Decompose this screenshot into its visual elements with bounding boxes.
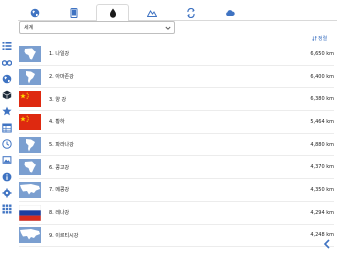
river-thumbnail	[19, 136, 41, 153]
river-row[interactable]: 8. 레나강 4,294 km	[19, 202, 334, 225]
river-row[interactable]: 3. 양 강 6,380 km	[19, 88, 334, 112]
info-icon	[2, 172, 12, 181]
table-icon	[2, 123, 12, 133]
river-length: 4,370 km	[310, 164, 334, 171]
river-thumbnail	[19, 68, 41, 85]
sidebar-item-cube[interactable]	[0, 87, 14, 103]
app: 세계 정렬 1. 나일강 6,650 km 2. 아마존강 6,400 km 3. 양 …	[0, 0, 337, 253]
clock-icon	[2, 139, 12, 149]
star-icon	[2, 106, 12, 116]
river-name: 8. 레나강	[49, 210, 70, 217]
river-row[interactable]: 6. 콩고강 4,370 km	[19, 156, 334, 180]
sidebar	[0, 38, 14, 217]
river-length: 4,294 km	[310, 209, 334, 216]
river-name: 5. 파라나강	[49, 142, 74, 149]
river-name: 6. 콩고강	[49, 164, 70, 171]
river-name: 7. 메콩강	[49, 187, 70, 194]
river-length: 4,880 km	[310, 141, 334, 148]
river-row[interactable]: 2. 아마존강 6,400 km	[19, 66, 334, 89]
sort-button[interactable]: 정렬	[312, 35, 327, 42]
river-row[interactable]: 9. 이르티시강 4,248 km	[19, 225, 334, 248]
cube-icon	[2, 90, 12, 100]
sidebar-item-list[interactable]	[0, 38, 14, 54]
tablet-icon	[70, 7, 77, 18]
river-length: 6,380 km	[310, 96, 334, 103]
river-thumbnail	[19, 113, 41, 130]
region-select[interactable]: 세계	[19, 21, 175, 34]
tab-bar	[18, 4, 337, 22]
river-length: 4,248 km	[310, 232, 334, 239]
sidebar-item-grid[interactable]	[0, 201, 14, 217]
water-drop-icon	[109, 8, 116, 18]
cloud-icon	[225, 9, 235, 16]
sidebar-item-globe[interactable]	[0, 71, 14, 87]
river-thumbnail	[19, 204, 41, 221]
gear-icon	[2, 188, 12, 198]
river-thumbnail	[19, 91, 41, 108]
river-list: 1. 나일강 6,650 km 2. 아마존강 6,400 km 3. 양 강 6,380…	[19, 43, 334, 248]
image-icon	[2, 156, 12, 165]
chevron-left-icon[interactable]	[323, 239, 331, 249]
river-row[interactable]: 4. 황하 5,464 km	[19, 111, 334, 134]
sort-icon	[312, 36, 317, 41]
tab-exchange[interactable]	[174, 4, 207, 21]
tab-cloud[interactable]	[213, 4, 246, 21]
sidebar-item-table[interactable]	[0, 119, 14, 135]
sort-label: 정렬	[318, 36, 328, 42]
binoculars-icon	[2, 60, 12, 67]
mountains-icon	[146, 9, 157, 17]
river-thumbnail	[19, 181, 41, 198]
river-name: 1. 나일강	[49, 51, 70, 58]
sidebar-item-image[interactable]	[0, 152, 14, 168]
tab-mountains[interactable]	[135, 4, 168, 21]
river-thumbnail	[19, 159, 41, 176]
list-icon	[2, 42, 12, 51]
river-length: 4,350 km	[310, 186, 334, 193]
river-name: 9. 이르티시강	[49, 232, 79, 239]
grid-icon	[2, 204, 12, 214]
chevron-down-icon	[165, 26, 171, 30]
tab-globe[interactable]	[18, 4, 51, 21]
globe-icon	[30, 8, 39, 17]
sidebar-item-clock[interactable]	[0, 136, 14, 152]
river-row[interactable]: 5. 파라나강 4,880 km	[19, 134, 334, 157]
exchange-icon	[186, 7, 195, 18]
river-name: 3. 양 강	[49, 96, 67, 103]
river-row[interactable]: 7. 메콩강 4,350 km	[19, 179, 334, 202]
region-select-value: 세계	[24, 25, 34, 31]
sidebar-item-info[interactable]	[0, 168, 14, 184]
sidebar-item-star[interactable]	[0, 103, 14, 119]
river-name: 2. 아마존강	[49, 74, 74, 81]
river-row[interactable]: 1. 나일강 6,650 km	[19, 43, 334, 66]
river-length: 5,464 km	[310, 118, 334, 125]
river-length: 6,650 km	[310, 50, 334, 57]
river-thumbnail	[19, 227, 41, 244]
river-name: 4. 황하	[49, 119, 65, 126]
river-thumbnail	[19, 45, 41, 62]
globe-icon	[2, 74, 12, 84]
sidebar-item-binoculars[interactable]	[0, 54, 14, 70]
tab-tablet[interactable]	[57, 4, 90, 21]
sidebar-item-settings[interactable]	[0, 185, 14, 201]
river-length: 6,400 km	[310, 73, 334, 80]
tab-rivers[interactable]	[96, 4, 129, 22]
